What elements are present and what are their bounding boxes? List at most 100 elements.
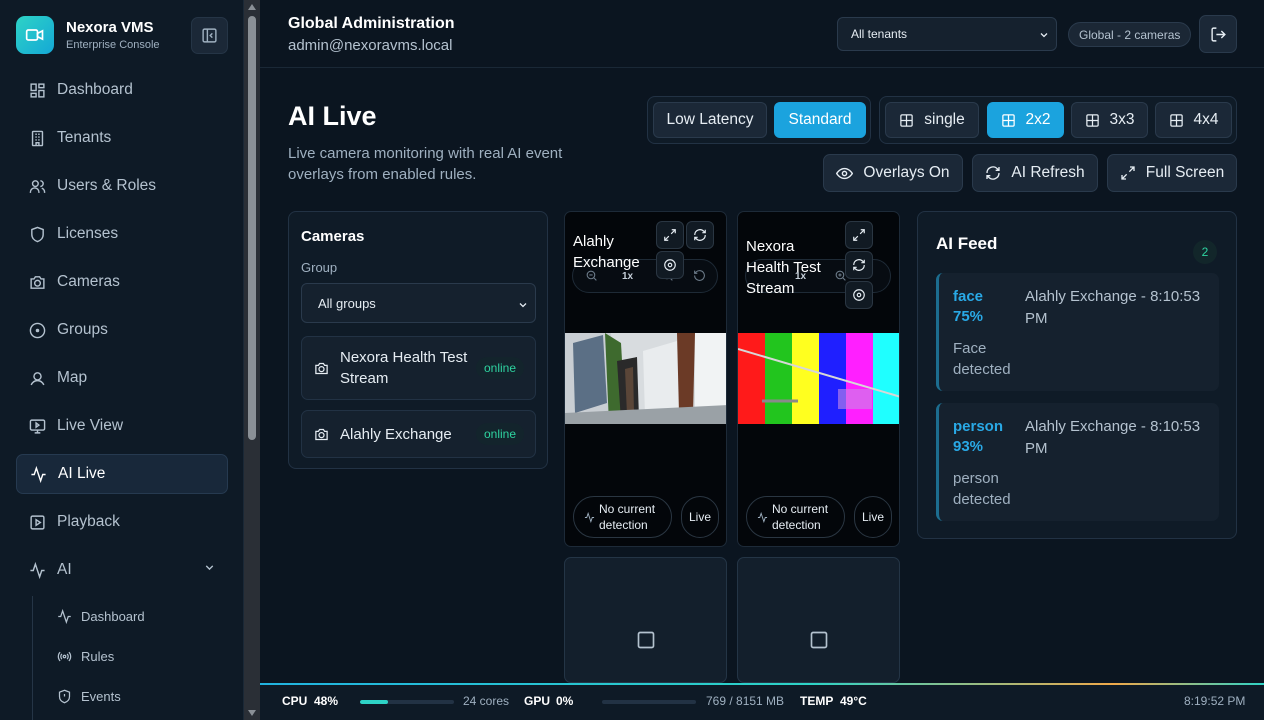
header-user-email: admin@nexoravms.local xyxy=(288,37,453,54)
status-accent-line xyxy=(260,683,1264,685)
monitor-icon xyxy=(28,417,46,435)
scroll-up-arrow-icon[interactable] xyxy=(248,4,256,10)
sidebar-item-licenses[interactable]: Licenses xyxy=(16,214,228,254)
sidebar-item-users-roles[interactable]: Users & Roles xyxy=(16,166,228,206)
layout-4x4-button[interactable]: 4x4 xyxy=(1155,102,1232,138)
subnav-item-label: Events xyxy=(81,688,121,704)
reset-zoom-icon[interactable] xyxy=(693,269,706,282)
camera-list-item[interactable]: Alahly Exchange online xyxy=(301,410,536,458)
detection-text: No current detection xyxy=(772,502,829,532)
shield-icon xyxy=(57,689,72,704)
users-icon xyxy=(28,177,46,195)
activity-icon xyxy=(757,511,768,523)
sidebar-item-map[interactable]: Map xyxy=(16,358,228,398)
temp-label: TEMP xyxy=(800,694,834,708)
tile-snapshot-button[interactable] xyxy=(845,281,873,309)
sidebar-item-label: Licenses xyxy=(57,225,119,242)
ai-refresh-label: AI Refresh xyxy=(1011,164,1085,181)
group-select[interactable]: All groups xyxy=(301,283,536,323)
latency-toggle-group: Low Latency Standard xyxy=(647,96,871,144)
tile-refresh-button[interactable] xyxy=(686,221,714,249)
building-icon xyxy=(28,129,46,147)
ai-event-card[interactable]: person 93% Alahly Exchange - 8:10:53 PM … xyxy=(936,403,1219,521)
play-square-icon xyxy=(28,513,46,531)
live-badge[interactable]: Live xyxy=(854,496,892,538)
top-header: Global Administration admin@nexoravms.lo… xyxy=(260,0,1264,68)
logout-button[interactable] xyxy=(1199,15,1237,53)
subnav-item-rules[interactable]: Rules xyxy=(33,636,228,676)
sidebar-item-dashboard[interactable]: Dashboard xyxy=(16,70,228,110)
sidebar-item-ai-live[interactable]: AI Live xyxy=(16,454,228,494)
ai-feed-title: AI Feed xyxy=(936,234,998,253)
full-screen-button[interactable]: Full Screen xyxy=(1107,154,1237,192)
camera-list-item[interactable]: Nexora Health Test Stream online xyxy=(301,336,536,400)
layout-single-button[interactable]: single xyxy=(885,102,979,138)
scrollbar-thumb[interactable] xyxy=(248,16,256,440)
sidebar-item-cameras[interactable]: Cameras xyxy=(16,262,228,302)
group-select-value: All groups xyxy=(318,295,376,311)
live-badge[interactable]: Live xyxy=(681,496,719,538)
sidebar-scrollbar[interactable] xyxy=(244,0,260,720)
ai-event-card[interactable]: face 75% Alahly Exchange - 8:10:53 PM Fa… xyxy=(936,273,1219,391)
layout-label: 3x3 xyxy=(1109,111,1135,128)
ai-feed-count-badge: 2 xyxy=(1193,240,1217,264)
overlays-toggle-button[interactable]: Overlays On xyxy=(823,154,963,192)
event-description: person detected xyxy=(953,470,1011,508)
tile-refresh-button[interactable] xyxy=(845,251,873,279)
chevron-down-icon xyxy=(1038,29,1050,44)
broadcast-icon xyxy=(57,649,72,664)
layout-2x2-button[interactable]: 2x2 xyxy=(987,102,1064,138)
sidebar-item-groups[interactable]: Groups xyxy=(16,310,228,350)
layout-label: single xyxy=(924,111,965,128)
layout-label: 2x2 xyxy=(1025,111,1051,128)
empty-video-slot[interactable] xyxy=(737,557,900,683)
grid-icon xyxy=(899,113,914,128)
sidebar-item-label: Playback xyxy=(57,513,120,530)
tile-snapshot-button[interactable] xyxy=(656,251,684,279)
subnav-item-ai-dashboard[interactable]: Dashboard xyxy=(33,596,228,636)
tile-expand-button[interactable] xyxy=(656,221,684,249)
gpu-usage-bar xyxy=(602,700,696,704)
cpu-usage-bar xyxy=(360,700,454,704)
eye-icon xyxy=(836,165,854,182)
scroll-down-arrow-icon[interactable] xyxy=(248,710,256,716)
dashboard-grid-icon xyxy=(28,81,46,99)
sidebar-item-live-view[interactable]: Live View xyxy=(16,406,228,446)
sidebar-item-label: Users & Roles xyxy=(57,177,157,194)
ai-refresh-button[interactable]: AI Refresh xyxy=(972,154,1098,192)
cameras-panel-title: Cameras xyxy=(301,228,365,245)
camera-name: Alahly Exchange xyxy=(340,425,452,443)
cameras-panel: Cameras Group All groups Nexora Health T… xyxy=(288,211,548,469)
camera-video-feed xyxy=(738,333,899,424)
brand-name: Nexora VMS xyxy=(66,19,154,36)
tile-camera-name: Nexora Health Test Stream xyxy=(746,238,821,297)
sidebar-collapse-button[interactable] xyxy=(191,17,228,54)
expand-icon xyxy=(852,228,866,242)
tenant-select[interactable]: All tenants xyxy=(837,17,1057,51)
video-tile[interactable]: 1x Alahly Exchange No current detection … xyxy=(564,211,727,547)
grid-icon xyxy=(1169,113,1184,128)
refresh-icon xyxy=(693,228,707,242)
sidebar-nav: Dashboard Tenants Users & Roles Licenses… xyxy=(16,70,228,598)
tile-expand-button[interactable] xyxy=(845,221,873,249)
page-description: Live camera monitoring with real AI even… xyxy=(288,145,563,183)
standard-latency-button[interactable]: Standard xyxy=(774,102,866,138)
cpu-label: CPU xyxy=(282,694,308,708)
subnav-item-events[interactable]: Events xyxy=(33,676,228,716)
layout-toggle-group: single 2x2 3x3 4x4 xyxy=(879,96,1237,144)
empty-video-slot[interactable] xyxy=(564,557,727,683)
target-icon xyxy=(852,288,866,302)
event-description: Face detected xyxy=(953,340,1011,378)
scope-badge: Global - 2 cameras xyxy=(1068,22,1192,47)
cpu-cores: 24 cores xyxy=(463,694,510,708)
sidebar-item-ai[interactable]: AI xyxy=(16,550,228,590)
layout-3x3-button[interactable]: 3x3 xyxy=(1071,102,1148,138)
low-latency-button[interactable]: Low Latency xyxy=(653,102,767,138)
event-label: person xyxy=(953,418,1004,435)
brand[interactable]: Nexora VMS Enterprise Console xyxy=(16,16,160,54)
sidebar-item-playback[interactable]: Playback xyxy=(16,502,228,542)
chevron-down-icon xyxy=(517,299,529,314)
video-tile[interactable]: 1x Nexora Health Test Stream No current … xyxy=(737,211,900,547)
sidebar-item-label: Cameras xyxy=(57,273,120,290)
sidebar-item-tenants[interactable]: Tenants xyxy=(16,118,228,158)
